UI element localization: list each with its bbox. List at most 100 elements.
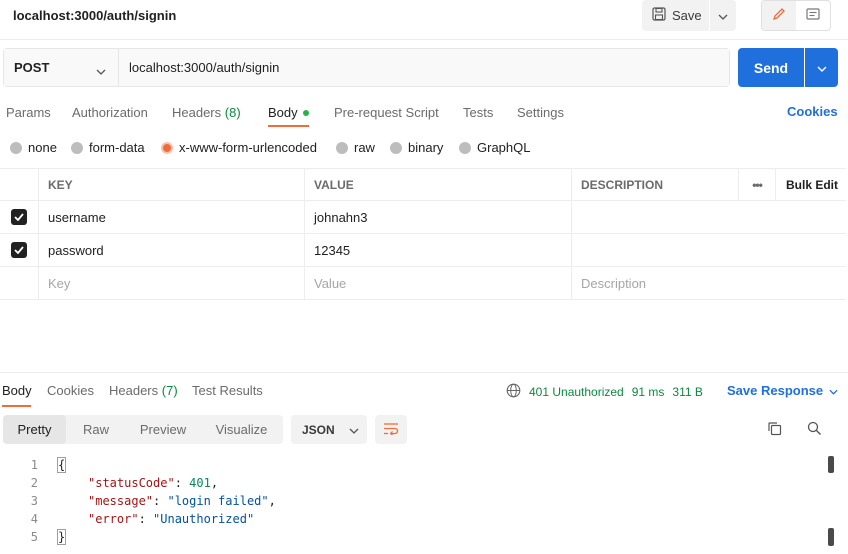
tab-count-badge: (8) bbox=[224, 105, 241, 120]
save-button[interactable]: Save bbox=[642, 0, 709, 31]
code-scrollbar[interactable] bbox=[828, 456, 834, 554]
response-tab-cookies[interactable]: Cookies bbox=[47, 383, 94, 398]
value-cell[interactable]: johnahn3 bbox=[304, 201, 571, 233]
checkmark-icon bbox=[11, 242, 27, 258]
more-options-button[interactable]: ••• bbox=[738, 169, 775, 200]
radio-graphql[interactable]: GraphQL bbox=[459, 140, 530, 155]
radio-x-www-form-urlencoded[interactable]: x-www-form-urlencoded bbox=[161, 140, 317, 155]
response-divider[interactable] bbox=[0, 372, 848, 373]
new-key-input[interactable]: Key bbox=[38, 267, 305, 299]
response-size[interactable]: 311 B bbox=[672, 385, 702, 399]
language-label: JSON bbox=[302, 422, 335, 437]
radio-label: form-data bbox=[89, 140, 145, 155]
search-icon bbox=[807, 421, 822, 439]
tab-settings[interactable]: Settings bbox=[517, 105, 564, 120]
language-select[interactable]: JSON bbox=[291, 415, 367, 444]
line-number: 4 bbox=[30, 512, 38, 526]
tab-pre-request-script[interactable]: Pre-request Script bbox=[334, 105, 439, 120]
save-options-button[interactable] bbox=[710, 0, 736, 31]
document-icon bbox=[806, 8, 820, 23]
globe-icon[interactable] bbox=[506, 383, 521, 401]
url-input[interactable] bbox=[119, 49, 729, 86]
tab-count-badge: (7) bbox=[161, 383, 178, 398]
json-value: "login failed" bbox=[167, 494, 269, 508]
radio-raw[interactable]: raw bbox=[336, 140, 375, 155]
format-visualize[interactable]: Visualize bbox=[200, 415, 283, 444]
new-value-input[interactable]: Value bbox=[304, 267, 571, 299]
format-tabs: Pretty Raw Preview Visualize bbox=[3, 415, 283, 444]
json-value: "Unauthorized" bbox=[153, 512, 255, 526]
checkmark-icon bbox=[11, 209, 27, 225]
description-cell[interactable] bbox=[571, 234, 846, 266]
tab-label: Settings bbox=[517, 105, 564, 120]
cookies-link[interactable]: Cookies bbox=[787, 104, 838, 119]
method-select[interactable]: POST bbox=[4, 49, 119, 86]
body-indicator-dot bbox=[302, 109, 309, 116]
tab-headers[interactable]: Headers (8) bbox=[172, 105, 241, 120]
tab-label: Headers bbox=[109, 383, 159, 398]
response-tab-test-results[interactable]: Test Results bbox=[192, 383, 263, 398]
new-description-input[interactable]: Description bbox=[571, 267, 846, 299]
bulk-edit-button[interactable]: Bulk Edit bbox=[775, 169, 846, 200]
value-cell[interactable]: 12345 bbox=[304, 234, 571, 266]
column-header-key: KEY bbox=[38, 169, 305, 200]
key-cell[interactable]: password bbox=[38, 234, 305, 266]
row-checkbox[interactable] bbox=[0, 234, 38, 266]
format-preview[interactable]: Preview bbox=[126, 415, 200, 444]
tab-label: Tests bbox=[463, 105, 494, 120]
tab-params[interactable]: Params bbox=[6, 105, 51, 120]
tab-body[interactable]: Body bbox=[268, 105, 309, 120]
response-status-bar: 401 Unauthorized 91 ms 311 B bbox=[506, 383, 703, 401]
response-time[interactable]: 91 ms bbox=[632, 385, 665, 399]
table-row: password 12345 bbox=[0, 234, 846, 267]
code-line: 1 { bbox=[0, 456, 820, 474]
active-tab-indicator bbox=[268, 125, 309, 127]
request-title[interactable]: localhost:3000/auth/signin bbox=[13, 8, 176, 23]
response-body-code-view[interactable]: 1 { 2 "statusCode": 401, 3 "message": "l… bbox=[0, 455, 848, 554]
chevron-down-icon bbox=[817, 60, 827, 75]
line-number: 3 bbox=[30, 494, 38, 508]
json-key: "error" bbox=[88, 512, 139, 526]
edit-mode-button[interactable] bbox=[762, 1, 796, 30]
tab-label: Headers bbox=[172, 105, 222, 120]
radio-binary[interactable]: binary bbox=[390, 140, 443, 155]
scrollbar-thumb[interactable] bbox=[828, 456, 834, 473]
response-tab-body[interactable]: Body bbox=[2, 383, 32, 398]
radio-label: none bbox=[28, 140, 57, 155]
send-button-group: Send bbox=[738, 48, 838, 87]
json-separator: : bbox=[153, 494, 168, 508]
code-line: 5 } bbox=[0, 528, 820, 546]
send-options-button[interactable] bbox=[805, 48, 838, 87]
description-cell[interactable] bbox=[571, 201, 846, 233]
save-response-button[interactable]: Save Response bbox=[727, 383, 838, 398]
tab-label: Params bbox=[6, 105, 51, 120]
code-text: } bbox=[56, 529, 67, 545]
tab-tests[interactable]: Tests bbox=[463, 105, 493, 120]
format-raw[interactable]: Raw bbox=[66, 415, 126, 444]
send-button[interactable]: Send bbox=[738, 48, 804, 87]
radio-none[interactable]: none bbox=[10, 140, 57, 155]
status-code[interactable]: 401 Unauthorized bbox=[529, 385, 624, 399]
code-line: 2 "statusCode": 401, bbox=[0, 474, 820, 492]
radio-circle-selected bbox=[161, 141, 173, 154]
code-line: 3 "message": "login failed", bbox=[0, 492, 820, 510]
save-icon bbox=[652, 7, 666, 24]
response-tab-headers[interactable]: Headers (7) bbox=[109, 383, 178, 398]
table-header-row: KEY VALUE DESCRIPTION ••• Bulk Edit bbox=[0, 168, 846, 201]
documentation-mode-button[interactable] bbox=[796, 1, 830, 30]
key-cell[interactable]: username bbox=[38, 201, 305, 233]
copy-icon bbox=[767, 421, 782, 439]
radio-form-data[interactable]: form-data bbox=[71, 140, 145, 155]
wrap-lines-button[interactable] bbox=[375, 415, 407, 444]
table-row: username johnahn3 bbox=[0, 201, 846, 234]
method-label: POST bbox=[14, 60, 50, 75]
url-bar: POST bbox=[3, 48, 730, 87]
scrollbar-thumb[interactable] bbox=[828, 528, 834, 546]
search-button[interactable] bbox=[803, 419, 825, 441]
tab-authorization[interactable]: Authorization bbox=[72, 105, 148, 120]
chevron-down-icon bbox=[718, 8, 728, 23]
radio-label: GraphQL bbox=[477, 140, 531, 155]
format-pretty[interactable]: Pretty bbox=[3, 415, 66, 444]
row-checkbox[interactable] bbox=[0, 201, 38, 233]
copy-button[interactable] bbox=[763, 419, 785, 441]
